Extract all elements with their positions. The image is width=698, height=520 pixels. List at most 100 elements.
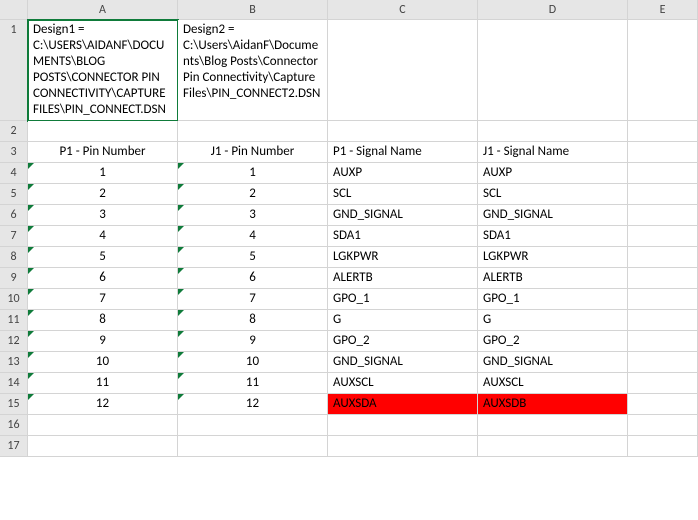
cell-E8[interactable] xyxy=(628,247,698,268)
col-header-B[interactable]: B xyxy=(178,0,328,20)
cell-A11[interactable]: 8 xyxy=(28,310,178,331)
row-header-2[interactable]: 2 xyxy=(0,121,28,142)
cell-E15[interactable] xyxy=(628,394,698,415)
row-header-15[interactable]: 15 xyxy=(0,394,28,415)
row-header-14[interactable]: 14 xyxy=(0,373,28,394)
cell-A7[interactable]: 4 xyxy=(28,226,178,247)
row-header-17[interactable]: 17 xyxy=(0,436,28,457)
cell-B10[interactable]: 7 xyxy=(178,289,328,310)
cell-B8[interactable]: 5 xyxy=(178,247,328,268)
cell-A14[interactable]: 11 xyxy=(28,373,178,394)
cell-C13[interactable]: GND_SIGNAL xyxy=(328,352,478,373)
row-header-3[interactable]: 3 xyxy=(0,142,28,163)
cell-D4[interactable]: AUXP xyxy=(478,163,628,184)
cell-B2[interactable] xyxy=(178,121,328,142)
row-header-10[interactable]: 10 xyxy=(0,289,28,310)
cell-E12[interactable] xyxy=(628,331,698,352)
cell-D7[interactable]: SDA1 xyxy=(478,226,628,247)
cell-A9[interactable]: 6 xyxy=(28,268,178,289)
cell-A17[interactable] xyxy=(28,436,178,457)
cell-E14[interactable] xyxy=(628,373,698,394)
cell-E10[interactable] xyxy=(628,289,698,310)
cell-C12[interactable]: GPO_2 xyxy=(328,331,478,352)
spreadsheet-grid[interactable]: A B C D E 1 Design1 = C:\USERS\AIDANF\DO… xyxy=(0,0,698,457)
cell-E7[interactable] xyxy=(628,226,698,247)
cell-C2[interactable] xyxy=(328,121,478,142)
cell-C4[interactable]: AUXP xyxy=(328,163,478,184)
cell-E3[interactable] xyxy=(628,142,698,163)
cell-D12[interactable]: GPO_2 xyxy=(478,331,628,352)
row-header-5[interactable]: 5 xyxy=(0,184,28,205)
cell-E9[interactable] xyxy=(628,268,698,289)
col-header-C[interactable]: C xyxy=(328,0,478,20)
cell-A4[interactable]: 1 xyxy=(28,163,178,184)
cell-D17[interactable] xyxy=(478,436,628,457)
cell-C1[interactable] xyxy=(328,20,478,121)
row-header-8[interactable]: 8 xyxy=(0,247,28,268)
cell-E17[interactable] xyxy=(628,436,698,457)
cell-A16[interactable] xyxy=(28,415,178,436)
cell-A5[interactable]: 2 xyxy=(28,184,178,205)
cell-C7[interactable]: SDA1 xyxy=(328,226,478,247)
cell-D13[interactable]: GND_SIGNAL xyxy=(478,352,628,373)
cell-D5[interactable]: SCL xyxy=(478,184,628,205)
cell-C5[interactable]: SCL xyxy=(328,184,478,205)
row-header-16[interactable]: 16 xyxy=(0,415,28,436)
cell-D3[interactable]: J1 - Signal Name xyxy=(478,142,628,163)
row-header-13[interactable]: 13 xyxy=(0,352,28,373)
cell-C10[interactable]: GPO_1 xyxy=(328,289,478,310)
row-header-12[interactable]: 12 xyxy=(0,331,28,352)
cell-B13[interactable]: 10 xyxy=(178,352,328,373)
cell-A13[interactable]: 10 xyxy=(28,352,178,373)
cell-D8[interactable]: LGKPWR xyxy=(478,247,628,268)
cell-B11[interactable]: 8 xyxy=(178,310,328,331)
cell-B1[interactable]: Design2 = C:\Users\AidanF\Documents\Blog… xyxy=(178,20,328,121)
cell-B3[interactable]: J1 - Pin Number xyxy=(178,142,328,163)
cell-D9[interactable]: ALERTB xyxy=(478,268,628,289)
cell-B4[interactable]: 1 xyxy=(178,163,328,184)
row-header-11[interactable]: 11 xyxy=(0,310,28,331)
cell-C6[interactable]: GND_SIGNAL xyxy=(328,205,478,226)
cell-E6[interactable] xyxy=(628,205,698,226)
cell-D6[interactable]: GND_SIGNAL xyxy=(478,205,628,226)
cell-B5[interactable]: 2 xyxy=(178,184,328,205)
cell-C16[interactable] xyxy=(328,415,478,436)
row-header-9[interactable]: 9 xyxy=(0,268,28,289)
cell-C17[interactable] xyxy=(328,436,478,457)
cell-E2[interactable] xyxy=(628,121,698,142)
cell-B16[interactable] xyxy=(178,415,328,436)
cell-D1[interactable] xyxy=(478,20,628,121)
cell-D10[interactable]: GPO_1 xyxy=(478,289,628,310)
cell-A8[interactable]: 5 xyxy=(28,247,178,268)
cell-B9[interactable]: 6 xyxy=(178,268,328,289)
cell-E1[interactable] xyxy=(628,20,698,121)
cell-A1[interactable]: Design1 = C:\USERS\AIDANF\DOCUMENTS\BLOG… xyxy=(28,20,178,121)
col-header-D[interactable]: D xyxy=(478,0,628,20)
col-header-E[interactable]: E xyxy=(628,0,698,20)
row-header-7[interactable]: 7 xyxy=(0,226,28,247)
cell-C15[interactable]: AUXSDA xyxy=(328,394,478,415)
cell-A3[interactable]: P1 - Pin Number xyxy=(28,142,178,163)
cell-B12[interactable]: 9 xyxy=(178,331,328,352)
row-header-6[interactable]: 6 xyxy=(0,205,28,226)
cell-E4[interactable] xyxy=(628,163,698,184)
cell-B7[interactable]: 4 xyxy=(178,226,328,247)
cell-E13[interactable] xyxy=(628,352,698,373)
cell-C14[interactable]: AUXSCL xyxy=(328,373,478,394)
cell-C11[interactable]: G xyxy=(328,310,478,331)
row-header-1[interactable]: 1 xyxy=(0,20,28,121)
cell-D16[interactable] xyxy=(478,415,628,436)
cell-A15[interactable]: 12 xyxy=(28,394,178,415)
cell-A6[interactable]: 3 xyxy=(28,205,178,226)
cell-D2[interactable] xyxy=(478,121,628,142)
cell-C3[interactable]: P1 - Signal Name xyxy=(328,142,478,163)
col-header-A[interactable]: A xyxy=(28,0,178,20)
cell-C9[interactable]: ALERTB xyxy=(328,268,478,289)
cell-B14[interactable]: 11 xyxy=(178,373,328,394)
cell-D11[interactable]: G xyxy=(478,310,628,331)
cell-D14[interactable]: AUXSCL xyxy=(478,373,628,394)
cell-E11[interactable] xyxy=(628,310,698,331)
cell-D15[interactable]: AUXSDB xyxy=(478,394,628,415)
cell-B17[interactable] xyxy=(178,436,328,457)
cell-E5[interactable] xyxy=(628,184,698,205)
